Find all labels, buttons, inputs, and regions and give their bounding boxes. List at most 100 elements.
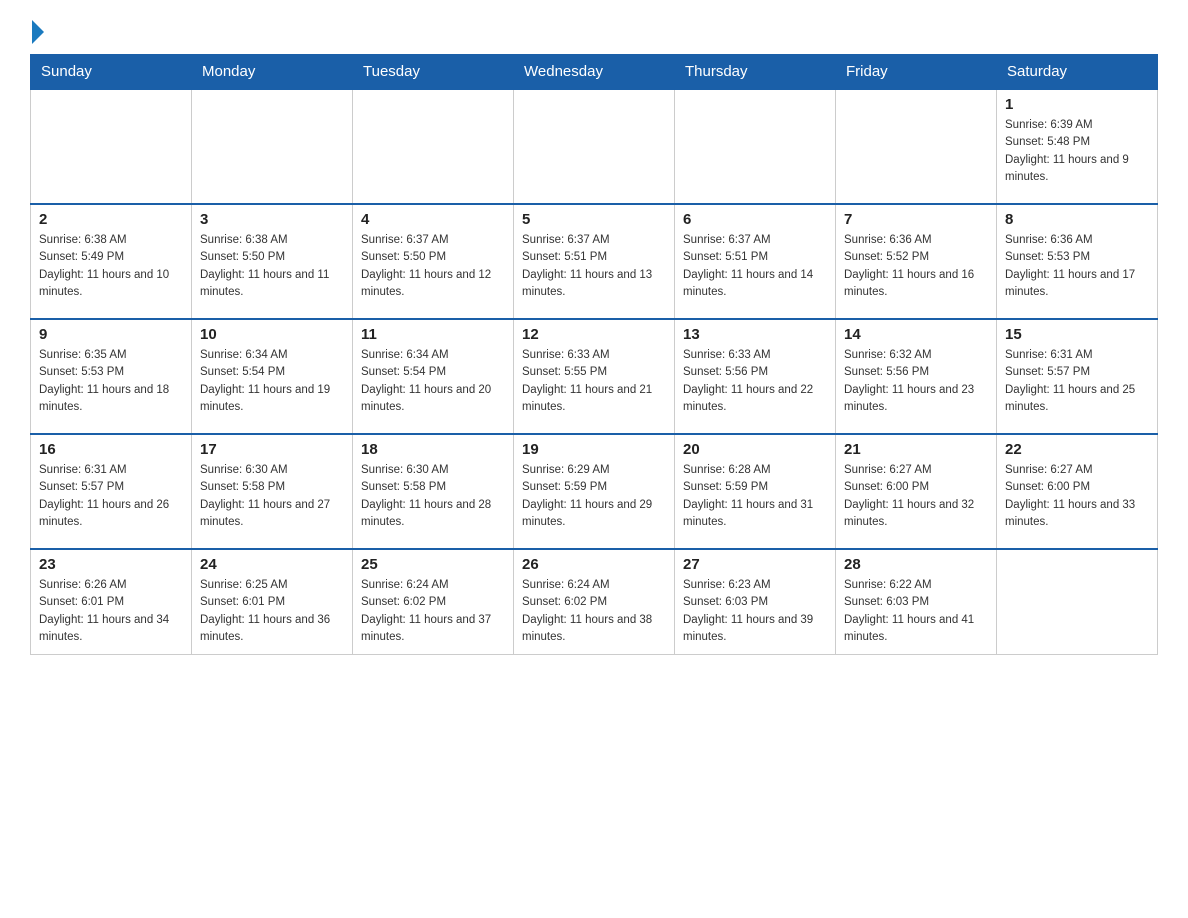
day-number: 22 <box>1005 441 1149 458</box>
day-number: 9 <box>39 326 183 343</box>
day-number: 8 <box>1005 211 1149 228</box>
day-info: Sunrise: 6:38 AMSunset: 5:49 PMDaylight:… <box>39 232 183 301</box>
day-number: 4 <box>361 211 505 228</box>
day-number: 18 <box>361 441 505 458</box>
calendar-cell: 10 Sunrise: 6:34 AMSunset: 5:54 PMDayligh… <box>192 319 353 434</box>
day-number: 24 <box>200 556 344 573</box>
day-info: Sunrise: 6:29 AMSunset: 5:59 PMDaylight:… <box>522 462 666 531</box>
calendar-cell: 24 Sunrise: 6:25 AMSunset: 6:01 PMDayligh… <box>192 549 353 654</box>
calendar-cell: 27 Sunrise: 6:23 AMSunset: 6:03 PMDayligh… <box>675 549 836 654</box>
day-number: 6 <box>683 211 827 228</box>
day-number: 20 <box>683 441 827 458</box>
calendar-cell: 15 Sunrise: 6:31 AMSunset: 5:57 PMDayligh… <box>997 319 1158 434</box>
day-number: 2 <box>39 211 183 228</box>
day-info: Sunrise: 6:25 AMSunset: 6:01 PMDaylight:… <box>200 577 344 646</box>
week-row-1: 1 Sunrise: 6:39 AMSunset: 5:48 PMDaylight… <box>31 89 1158 204</box>
week-row-5: 23 Sunrise: 6:26 AMSunset: 6:01 PMDayligh… <box>31 549 1158 654</box>
day-info: Sunrise: 6:35 AMSunset: 5:53 PMDaylight:… <box>39 347 183 416</box>
calendar-cell <box>836 89 997 204</box>
day-info: Sunrise: 6:30 AMSunset: 5:58 PMDaylight:… <box>361 462 505 531</box>
day-number: 10 <box>200 326 344 343</box>
day-info: Sunrise: 6:31 AMSunset: 5:57 PMDaylight:… <box>39 462 183 531</box>
calendar-cell <box>675 89 836 204</box>
calendar-cell: 12 Sunrise: 6:33 AMSunset: 5:55 PMDayligh… <box>514 319 675 434</box>
calendar-cell: 19 Sunrise: 6:29 AMSunset: 5:59 PMDayligh… <box>514 434 675 549</box>
day-number: 7 <box>844 211 988 228</box>
weekday-row: SundayMondayTuesdayWednesdayThursdayFrid… <box>31 55 1158 90</box>
day-number: 12 <box>522 326 666 343</box>
calendar-cell: 14 Sunrise: 6:32 AMSunset: 5:56 PMDayligh… <box>836 319 997 434</box>
day-number: 14 <box>844 326 988 343</box>
day-info: Sunrise: 6:27 AMSunset: 6:00 PMDaylight:… <box>1005 462 1149 531</box>
day-number: 28 <box>844 556 988 573</box>
day-number: 1 <box>1005 96 1149 113</box>
day-number: 26 <box>522 556 666 573</box>
week-row-2: 2 Sunrise: 6:38 AMSunset: 5:49 PMDaylight… <box>31 204 1158 319</box>
day-info: Sunrise: 6:34 AMSunset: 5:54 PMDaylight:… <box>200 347 344 416</box>
day-info: Sunrise: 6:32 AMSunset: 5:56 PMDaylight:… <box>844 347 988 416</box>
weekday-header-monday: Monday <box>192 55 353 90</box>
day-number: 13 <box>683 326 827 343</box>
day-number: 17 <box>200 441 344 458</box>
day-number: 23 <box>39 556 183 573</box>
week-row-4: 16 Sunrise: 6:31 AMSunset: 5:57 PMDayligh… <box>31 434 1158 549</box>
calendar-cell: 17 Sunrise: 6:30 AMSunset: 5:58 PMDayligh… <box>192 434 353 549</box>
calendar-cell <box>192 89 353 204</box>
calendar-cell: 7 Sunrise: 6:36 AMSunset: 5:52 PMDaylight… <box>836 204 997 319</box>
day-info: Sunrise: 6:37 AMSunset: 5:51 PMDaylight:… <box>683 232 827 301</box>
day-number: 3 <box>200 211 344 228</box>
calendar-cell: 13 Sunrise: 6:33 AMSunset: 5:56 PMDayligh… <box>675 319 836 434</box>
day-number: 25 <box>361 556 505 573</box>
day-info: Sunrise: 6:37 AMSunset: 5:51 PMDaylight:… <box>522 232 666 301</box>
day-number: 11 <box>361 326 505 343</box>
calendar-cell: 2 Sunrise: 6:38 AMSunset: 5:49 PMDaylight… <box>31 204 192 319</box>
calendar-cell: 22 Sunrise: 6:27 AMSunset: 6:00 PMDayligh… <box>997 434 1158 549</box>
weekday-header-tuesday: Tuesday <box>353 55 514 90</box>
day-info: Sunrise: 6:27 AMSunset: 6:00 PMDaylight:… <box>844 462 988 531</box>
calendar-body: 1 Sunrise: 6:39 AMSunset: 5:48 PMDaylight… <box>31 89 1158 654</box>
day-number: 21 <box>844 441 988 458</box>
day-info: Sunrise: 6:33 AMSunset: 5:56 PMDaylight:… <box>683 347 827 416</box>
weekday-header-thursday: Thursday <box>675 55 836 90</box>
day-info: Sunrise: 6:26 AMSunset: 6:01 PMDaylight:… <box>39 577 183 646</box>
weekday-header-saturday: Saturday <box>997 55 1158 90</box>
calendar-cell: 16 Sunrise: 6:31 AMSunset: 5:57 PMDayligh… <box>31 434 192 549</box>
day-number: 15 <box>1005 326 1149 343</box>
calendar-cell: 5 Sunrise: 6:37 AMSunset: 5:51 PMDaylight… <box>514 204 675 319</box>
day-info: Sunrise: 6:38 AMSunset: 5:50 PMDaylight:… <box>200 232 344 301</box>
day-info: Sunrise: 6:23 AMSunset: 6:03 PMDaylight:… <box>683 577 827 646</box>
calendar-table: SundayMondayTuesdayWednesdayThursdayFrid… <box>30 54 1158 655</box>
calendar-cell: 18 Sunrise: 6:30 AMSunset: 5:58 PMDayligh… <box>353 434 514 549</box>
calendar-cell <box>31 89 192 204</box>
calendar-cell: 4Sunrise: 6:37 AMSunset: 5:50 PMDaylight… <box>353 204 514 319</box>
day-info: Sunrise: 6:36 AMSunset: 5:53 PMDaylight:… <box>1005 232 1149 301</box>
day-info: Sunrise: 6:24 AMSunset: 6:02 PMDaylight:… <box>361 577 505 646</box>
day-number: 19 <box>522 441 666 458</box>
day-number: 27 <box>683 556 827 573</box>
week-row-3: 9 Sunrise: 6:35 AMSunset: 5:53 PMDaylight… <box>31 319 1158 434</box>
day-info: Sunrise: 6:39 AMSunset: 5:48 PMDaylight:… <box>1005 117 1149 186</box>
day-number: 5 <box>522 211 666 228</box>
day-info: Sunrise: 6:33 AMSunset: 5:55 PMDaylight:… <box>522 347 666 416</box>
day-info: Sunrise: 6:30 AMSunset: 5:58 PMDaylight:… <box>200 462 344 531</box>
day-info: Sunrise: 6:34 AMSunset: 5:54 PMDaylight:… <box>361 347 505 416</box>
day-info: Sunrise: 6:22 AMSunset: 6:03 PMDaylight:… <box>844 577 988 646</box>
day-info: Sunrise: 6:28 AMSunset: 5:59 PMDaylight:… <box>683 462 827 531</box>
calendar-cell: 3 Sunrise: 6:38 AMSunset: 5:50 PMDaylight… <box>192 204 353 319</box>
calendar-cell: 11 Sunrise: 6:34 AMSunset: 5:54 PMDayligh… <box>353 319 514 434</box>
day-number: 16 <box>39 441 183 458</box>
calendar-cell <box>353 89 514 204</box>
calendar-cell <box>514 89 675 204</box>
page-header <box>30 20 1158 44</box>
day-info: Sunrise: 6:24 AMSunset: 6:02 PMDaylight:… <box>522 577 666 646</box>
calendar-cell: 6 Sunrise: 6:37 AMSunset: 5:51 PMDaylight… <box>675 204 836 319</box>
logo-arrow-icon <box>32 20 44 44</box>
calendar-cell: 20 Sunrise: 6:28 AMSunset: 5:59 PMDayligh… <box>675 434 836 549</box>
day-info: Sunrise: 6:36 AMSunset: 5:52 PMDaylight:… <box>844 232 988 301</box>
day-info: Sunrise: 6:31 AMSunset: 5:57 PMDaylight:… <box>1005 347 1149 416</box>
weekday-header-friday: Friday <box>836 55 997 90</box>
calendar-header: SundayMondayTuesdayWednesdayThursdayFrid… <box>31 55 1158 90</box>
calendar-cell: 28 Sunrise: 6:22 AMSunset: 6:03 PMDayligh… <box>836 549 997 654</box>
calendar-cell: 21 Sunrise: 6:27 AMSunset: 6:00 PMDayligh… <box>836 434 997 549</box>
calendar-cell: 1 Sunrise: 6:39 AMSunset: 5:48 PMDaylight… <box>997 89 1158 204</box>
